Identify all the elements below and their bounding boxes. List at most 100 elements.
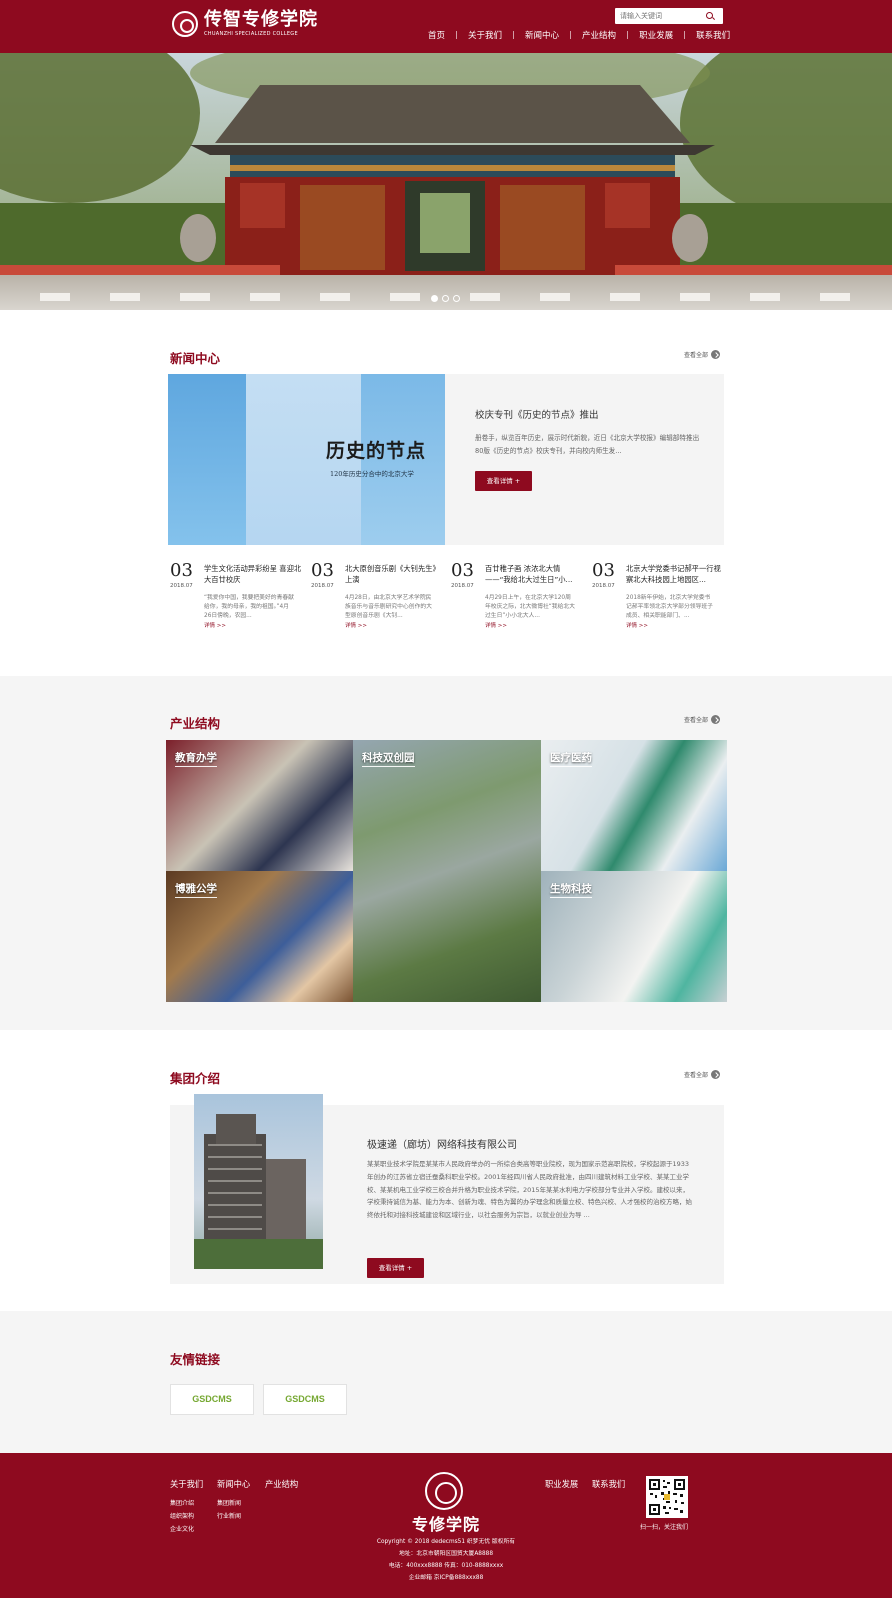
footer-address: 地址：北京市朝阳区国贸大厦A8888 <box>398 1551 494 1557</box>
news-more-link[interactable]: 详情 >> <box>485 621 507 629</box>
qr-caption: 扫一扫，关注我们 <box>640 1524 689 1531</box>
news-more-link[interactable]: 详情 >> <box>626 621 648 629</box>
footer-link-contact[interactable]: 联系我们 <box>592 1478 625 1490</box>
news-summary: 2018新年伊始，北京大学党委书记郝平率领北京大学部分领导班子成员、相关职能部门… <box>626 595 713 619</box>
college-seal-icon <box>172 11 198 37</box>
site-header: 传智专修学院 CHUANZHI SPECIALIZED COLLEGE 首页 关… <box>0 0 892 53</box>
company-description: 某某职业技术学院是某某市人民政府举办的一所综合类高等职业院校，现为国家示范高职院… <box>367 1160 692 1220</box>
group-intro-section: 集团介绍 查看全部 极速递（廊坊）网络科技有限公司 某某职业技术学院是某某市人民… <box>0 1030 892 1311</box>
footer-link-industry[interactable]: 产业结构 <box>265 1478 298 1490</box>
banner-dot[interactable] <box>431 295 438 302</box>
industry-section-title: 产业结构 <box>170 717 221 731</box>
news-item[interactable]: 03 2018.07 北京大学党委书记郝平一行视察北大科技园上地园区... 20… <box>592 560 724 630</box>
search-box <box>615 8 723 24</box>
industry-view-all-link[interactable]: 查看全部 <box>684 715 721 724</box>
news-list: 03 2018.07 学生文化活动异彩纷呈 喜迎北大百廿校庆 “我爱你中国，我要… <box>170 560 726 630</box>
news-headline[interactable]: 学生文化活动异彩纷呈 喜迎北大百廿校庆 <box>204 563 302 585</box>
nav-industry[interactable]: 产业结构 <box>571 29 627 41</box>
footer-seal-icon <box>425 1472 463 1510</box>
news-day: 03 <box>592 560 615 581</box>
search-input[interactable] <box>615 9 703 23</box>
footer-brand: 专修学院 <box>412 1515 481 1534</box>
tile-label: 教育办学 <box>175 750 217 767</box>
friend-link[interactable]: GSDCMS <box>170 1384 254 1415</box>
news-summary: 4月29日上午，在北京大学120周年校庆之际，北大微博社“我给北大过生日”小小北… <box>485 595 575 619</box>
arrow-right-icon <box>711 350 721 359</box>
campus-gate-image <box>0 53 892 310</box>
arrow-right-icon <box>711 1070 721 1079</box>
footer-link-about[interactable]: 关于我们 <box>170 1478 203 1490</box>
group-details-button[interactable]: 查看详情 + <box>367 1258 424 1278</box>
group-section-title: 集团介绍 <box>170 1072 221 1086</box>
news-view-all-link[interactable]: 查看全部 <box>684 350 721 359</box>
nav-home[interactable]: 首页 <box>421 29 456 41</box>
nav-news[interactable]: 新闻中心 <box>514 29 570 41</box>
site-logo[interactable]: 传智专修学院 CHUANZHI SPECIALIZED COLLEGE <box>172 11 318 37</box>
footer-sublink[interactable]: 组织架构 <box>170 1511 194 1520</box>
news-summary: 4月28日，由北京大学艺术学院民族音乐与音乐剧研究中心创作的大型原创音乐剧《大钊… <box>345 595 432 619</box>
footer-sublink[interactable]: 集团新闻 <box>217 1498 241 1507</box>
logo-english-name: CHUANZHI SPECIALIZED COLLEGE <box>204 31 298 37</box>
logo-chinese-name: 传智专修学院 <box>204 9 318 30</box>
news-item[interactable]: 03 2018.07 百廿稚子画 浓浓北大情——“我给北大过生日”小... 4月… <box>451 560 583 630</box>
news-more-link[interactable]: 详情 >> <box>345 621 367 629</box>
news-headline[interactable]: 北京大学党委书记郝平一行视察北大科技园上地园区... <box>626 563 724 585</box>
footer-copyright: Copyright © 2018 dedecms51 织梦无忧 版权所有 <box>376 1539 516 1545</box>
banner-dot[interactable] <box>453 295 460 302</box>
industry-tile-medical[interactable]: 医疗医药 <box>541 740 727 871</box>
featured-news: 历史的节点 120年历史分合中的北京大学 校庆专刊《历史的节点》推出 册卷手，纵… <box>168 374 724 545</box>
news-date: 2018.07 <box>451 583 474 589</box>
view-all-label: 查看全部 <box>684 717 709 724</box>
footer-sublink[interactable]: 企业文化 <box>170 1524 194 1533</box>
banner-dot[interactable] <box>442 295 449 302</box>
tile-label: 博雅公学 <box>175 881 217 898</box>
featured-news-summary: 册卷手，纵览百年历史，展示时代新貌，近日《北京大学校报》编辑部特推出80版《历史… <box>475 434 700 455</box>
news-item[interactable]: 03 2018.07 北大原创音乐剧《大钊先生》上演 4月28日，由北京大学艺术… <box>311 560 443 630</box>
news-day: 03 <box>451 560 474 581</box>
footer-sublink[interactable]: 行业新闻 <box>217 1511 241 1520</box>
group-intro-card: 极速递（廊坊）网络科技有限公司 某某职业技术学院是某某市人民政府举办的一所综合类… <box>170 1094 724 1284</box>
friend-links-title: 友情链接 <box>170 1353 221 1367</box>
news-day: 03 <box>311 560 334 581</box>
news-item[interactable]: 03 2018.07 学生文化活动异彩纷呈 喜迎北大百廿校庆 “我爱你中国，我要… <box>170 560 302 630</box>
book-cover-subtitle: 120年历史分合中的北京大学 <box>330 470 414 478</box>
arrow-right-icon <box>711 715 721 724</box>
industry-tile-education[interactable]: 教育办学 <box>166 740 353 871</box>
banner-pagination <box>431 295 460 302</box>
featured-news-image[interactable]: 历史的节点 120年历史分合中的北京大学 <box>168 374 445 545</box>
industry-tile-biotech[interactable]: 生物科技 <box>541 871 727 1002</box>
tile-label: 科技双创园 <box>362 750 415 767</box>
friend-link[interactable]: GSDCMS <box>263 1384 347 1415</box>
industry-section: 产业结构 查看全部 教育办学 科技双创园 医疗医药 博雅公学 生物科技 <box>0 676 892 1030</box>
nav-about[interactable]: 关于我们 <box>457 29 513 41</box>
search-icon[interactable] <box>703 9 717 23</box>
nav-career[interactable]: 职业发展 <box>628 29 684 41</box>
view-all-label: 查看全部 <box>684 352 709 359</box>
company-name: 极速递（廊坊）网络科技有限公司 <box>367 1140 517 1151</box>
news-date: 2018.07 <box>311 583 334 589</box>
main-nav: 首页 关于我们 新闻中心 产业结构 职业发展 联系我们 <box>421 29 741 41</box>
featured-news-details-button[interactable]: 查看详情 + <box>475 471 532 491</box>
news-day: 03 <box>170 560 193 581</box>
nav-contact[interactable]: 联系我们 <box>685 29 741 41</box>
hero-banner[interactable] <box>0 53 892 310</box>
industry-tile-boya-school[interactable]: 博雅公学 <box>166 871 353 1002</box>
view-all-label: 查看全部 <box>684 1072 709 1079</box>
featured-news-title[interactable]: 校庆专刊《历史的节点》推出 <box>475 407 599 421</box>
footer-sublink[interactable]: 集团介绍 <box>170 1498 194 1507</box>
footer-link-career[interactable]: 职业发展 <box>545 1478 578 1490</box>
tile-label: 生物科技 <box>550 881 592 898</box>
industry-grid: 教育办学 科技双创园 医疗医药 博雅公学 生物科技 <box>166 740 727 1002</box>
group-view-all-link[interactable]: 查看全部 <box>684 1070 721 1079</box>
news-headline[interactable]: 北大原创音乐剧《大钊先生》上演 <box>345 563 443 585</box>
news-more-link[interactable]: 详情 >> <box>204 621 226 629</box>
news-headline[interactable]: 百廿稚子画 浓浓北大情——“我给北大过生日”小... <box>485 563 583 585</box>
friend-links-section: 友情链接 GSDCMS GSDCMS <box>0 1311 892 1453</box>
news-date: 2018.07 <box>170 583 193 589</box>
tile-label: 医疗医药 <box>550 750 592 767</box>
news-date: 2018.07 <box>592 583 615 589</box>
footer-link-news[interactable]: 新闻中心 <box>217 1478 250 1490</box>
footer-phone: 电话：400xxx8888 传真：010-8888xxxx <box>388 1563 504 1569</box>
industry-tile-science-park[interactable]: 科技双创园 <box>353 740 541 1002</box>
book-cover-title: 历史的节点 <box>326 440 427 462</box>
